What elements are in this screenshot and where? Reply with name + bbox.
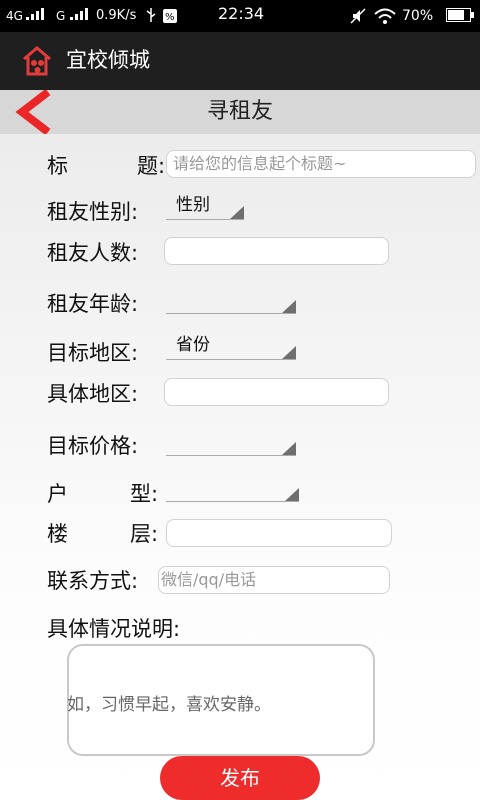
area-label: 目标地区: (47, 341, 139, 365)
gender-label: 租友性别: (47, 200, 139, 224)
battery-percent: 70% (402, 8, 434, 24)
floor-label-second: 层: (130, 522, 159, 546)
title-label-second: 题: (137, 154, 166, 178)
publish-button[interactable]: 发布 (160, 756, 320, 800)
detail-area-label: 具体地区: (47, 382, 139, 406)
dropdown-arrow-icon (282, 346, 296, 359)
gender-select[interactable]: 性别 (166, 194, 244, 220)
house-type-select[interactable] (166, 476, 299, 502)
count-input[interactable] (164, 237, 389, 265)
app-bar: 宜校倾城 (0, 32, 480, 90)
title-label-first: 标 (47, 154, 68, 178)
floor-label-first: 楼 (47, 522, 68, 546)
page-header: 寻租友 (0, 88, 480, 136)
province-select[interactable]: 省份 (166, 334, 296, 360)
floor-input[interactable] (166, 519, 392, 547)
contact-input[interactable]: 微信/qq/电话 (158, 566, 390, 594)
house-people-logo-icon[interactable] (20, 44, 54, 78)
svg-text:%: % (165, 12, 175, 23)
count-label: 租友人数: (47, 241, 139, 265)
battery-icon (446, 8, 474, 27)
dropdown-arrow-icon (282, 442, 296, 455)
mute-icon (350, 8, 366, 29)
dropdown-arrow-icon (230, 206, 244, 219)
price-label: 目标价格: (47, 434, 139, 458)
description-label: 具体情况说明: (47, 617, 181, 641)
signal-g-label: G (56, 9, 66, 23)
description-textarea[interactable]: 如，习惯早起，喜欢安静。 (67, 644, 375, 756)
clock: 22:34 (218, 4, 265, 23)
age-label: 租友年龄: (47, 292, 139, 316)
price-select[interactable] (166, 430, 296, 456)
province-select-value: 省份 (176, 335, 210, 355)
network-speed: 0.9K/s (96, 8, 137, 23)
wifi-icon (374, 8, 396, 29)
app-title: 宜校倾城 (66, 48, 150, 72)
contact-label: 联系方式: (47, 569, 139, 593)
dropdown-arrow-icon (282, 300, 296, 313)
usb-icon (146, 8, 156, 27)
title-input[interactable]: 请给您的信息起个标题~ (166, 150, 476, 178)
dropdown-arrow-icon (285, 488, 299, 501)
detail-area-input[interactable] (164, 378, 389, 406)
signal-bars-icon (26, 8, 44, 25)
gender-select-value: 性别 (176, 195, 210, 215)
description-placeholder: 如，习惯早起，喜欢安静。 (67, 695, 271, 715)
house-type-label-second: 型: (130, 482, 159, 506)
page-title: 寻租友 (206, 99, 273, 124)
signal-4g-label: 4G (6, 9, 23, 23)
signal-bars-icon (70, 8, 88, 25)
notification-icon: % (162, 8, 178, 29)
status-bar: 4G G 0.9K/s % 22:34 70% (0, 0, 480, 32)
age-select[interactable] (166, 288, 296, 314)
house-type-label-first: 户 (47, 482, 68, 506)
